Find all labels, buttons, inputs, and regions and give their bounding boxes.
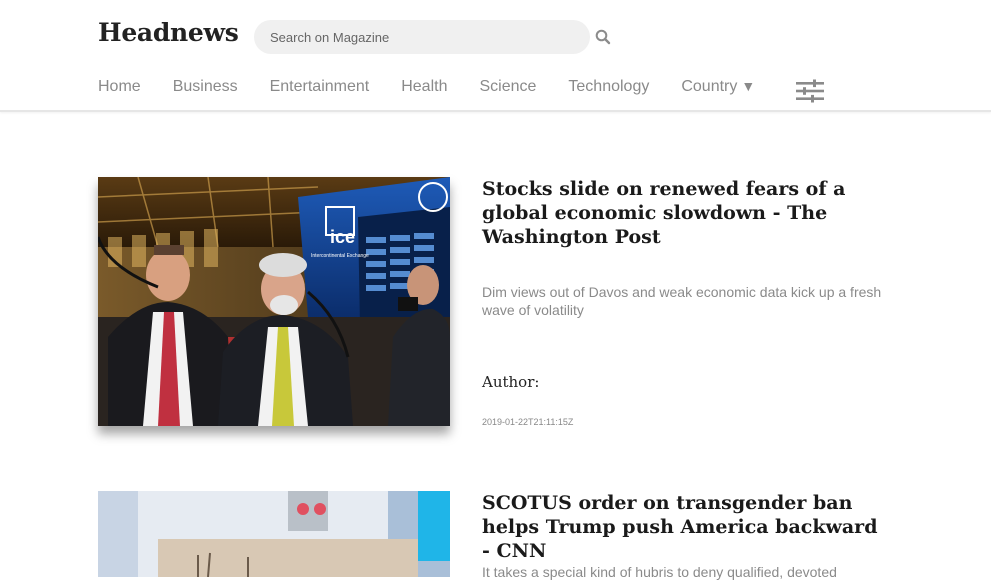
article-image[interactable]: ice Intercontinental Exchange [98,177,450,426]
nav-science[interactable]: Science [479,78,536,96]
article-title[interactable]: SCOTUS order on transgender ban helps Tr… [482,491,882,563]
article-image[interactable] [98,491,450,577]
nav-technology[interactable]: Technology [568,78,649,96]
nav-business[interactable]: Business [173,78,238,96]
exchange-logo-text: ice [330,227,355,247]
site-header: Headnews Home Business Entertainment Hea… [0,0,991,112]
nav-home-label: Home [98,78,141,95]
nav-health-label: Health [401,78,448,95]
main-nav: Home Business Entertainment Health Scien… [98,76,787,98]
dropdown-caret-icon: ▼ [741,78,756,94]
search-icon[interactable] [594,28,612,46]
article-card: SCOTUS order on transgender ban helps Tr… [98,491,898,580]
country-dropdown[interactable]: Country ▼ [681,78,755,96]
nav-science-label: Science [479,78,537,95]
article-title[interactable]: Stocks slide on renewed fears of a globa… [482,177,882,249]
article-card: ice Intercontinental Exchange Stocks sli… [98,177,898,447]
article-author-label: Author: [482,373,540,391]
nav-country-label: Country [681,78,738,95]
stock-exchange-photo: ice Intercontinental Exchange [98,177,450,426]
sliders-icon[interactable] [796,79,824,103]
exchange-name-text: Intercontinental Exchange [311,253,369,259]
nav-business-label: Business [172,78,238,95]
site-logo[interactable]: Headnews [98,18,239,47]
nav-home[interactable]: Home [98,78,141,96]
protest-photo [98,491,450,577]
article-date: 2019-01-22T21:11:15Z [482,417,574,427]
nav-entertainment-label: Entertainment [269,78,370,95]
search-input[interactable] [254,20,590,54]
nav-technology-label: Technology [568,78,650,95]
nav-entertainment[interactable]: Entertainment [270,78,370,96]
article-description: It takes a special kind of hubris to den… [482,564,837,580]
article-description: Dim views out of Davos and weak economic… [482,284,882,318]
nav-health[interactable]: Health [401,78,447,96]
